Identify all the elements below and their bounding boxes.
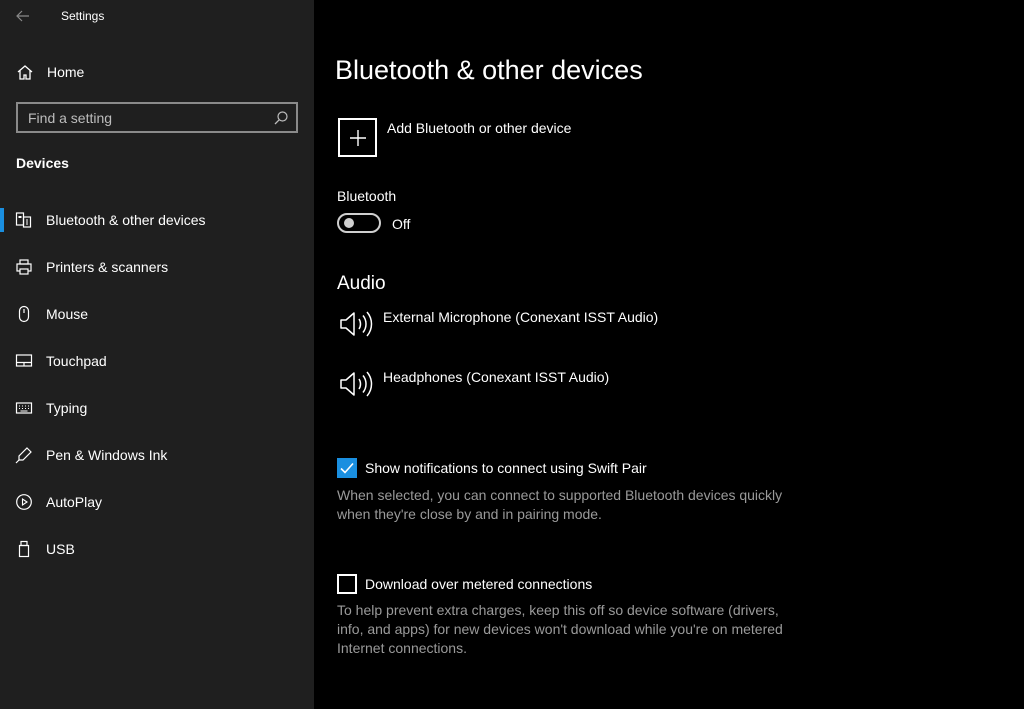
- add-box: [338, 118, 377, 157]
- sidebar-item-printers[interactable]: Printers & scanners: [0, 247, 314, 287]
- page-title: Bluetooth & other devices: [335, 55, 643, 85]
- home-icon: [17, 65, 33, 80]
- sidebar-item-usb[interactable]: USB: [0, 529, 314, 569]
- sidebar-item-touchpad[interactable]: Touchpad: [0, 341, 314, 381]
- swift-pair-label: Show notifications to connect using Swif…: [365, 460, 647, 476]
- bluetooth-state: Off: [392, 216, 411, 232]
- bluetooth-label: Bluetooth: [337, 188, 397, 204]
- search-input[interactable]: [18, 104, 296, 131]
- audio-device-label: External Microphone (Conexant ISST Audio…: [383, 309, 659, 325]
- plus-icon: [349, 129, 366, 146]
- touchpad-icon: [15, 354, 33, 367]
- printer-icon: [16, 259, 32, 275]
- search-box: [16, 102, 298, 133]
- speaker-icon: [340, 311, 373, 337]
- title-bar: Settings: [0, 0, 314, 32]
- sidebar-item-label: Pen & Windows Ink: [46, 447, 168, 463]
- bluetooth-devices-icon: [15, 212, 32, 228]
- sidebar-item-bluetooth[interactable]: Bluetooth & other devices: [0, 200, 314, 240]
- sidebar-item-mouse[interactable]: Mouse: [0, 294, 314, 334]
- sidebar-item-typing[interactable]: Typing: [0, 388, 314, 428]
- audio-device-item[interactable]: External Microphone (Conexant ISST Audio…: [338, 309, 678, 349]
- add-device-button[interactable]: Add Bluetooth or other device: [338, 118, 638, 158]
- mouse-icon: [18, 305, 30, 323]
- sidebar-item-autoplay[interactable]: AutoPlay: [0, 482, 314, 522]
- metered-label: Download over metered connections: [365, 576, 593, 592]
- add-device-label: Add Bluetooth or other device: [387, 120, 572, 136]
- sidebar-item-label: USB: [46, 541, 75, 557]
- sidebar: Settings Home Devices Bluetooth & other …: [0, 0, 314, 709]
- swift-pair-checkbox-row[interactable]: Show notifications to connect using Swif…: [337, 458, 777, 480]
- back-arrow-icon: [16, 10, 29, 22]
- sidebar-item-pen[interactable]: Pen & Windows Ink: [0, 435, 314, 475]
- audio-section-title: Audio: [337, 273, 386, 294]
- home-label: Home: [47, 64, 85, 80]
- back-button[interactable]: [10, 4, 36, 28]
- audio-device-label: Headphones (Conexant ISST Audio): [383, 369, 610, 385]
- metered-description: To help prevent extra charges, keep this…: [337, 602, 783, 656]
- speaker-icon: [340, 371, 373, 397]
- sidebar-item-label: Typing: [46, 400, 88, 416]
- home-button[interactable]: Home: [0, 56, 314, 88]
- metered-checkbox-row[interactable]: Download over metered connections: [337, 574, 777, 596]
- metered-checkbox[interactable]: [337, 574, 357, 594]
- keyboard-icon: [15, 402, 33, 414]
- bluetooth-toggle[interactable]: [337, 213, 381, 233]
- usb-icon: [18, 540, 30, 558]
- search-icon[interactable]: [273, 110, 289, 126]
- sidebar-item-label: Printers & scanners: [46, 259, 169, 275]
- sidebar-item-label: Touchpad: [46, 353, 107, 369]
- swift-pair-checkbox[interactable]: [337, 458, 357, 478]
- audio-device-item[interactable]: Headphones (Conexant ISST Audio): [338, 369, 678, 409]
- section-title: Devices: [16, 155, 69, 171]
- swift-pair-description: When selected, you can connect to suppor…: [337, 487, 783, 522]
- autoplay-icon: [16, 494, 32, 510]
- toggle-knob: [344, 218, 354, 228]
- sidebar-item-label: Mouse: [46, 306, 89, 322]
- main-content: Bluetooth & other devices Add Bluetooth …: [314, 0, 1024, 709]
- pen-icon: [15, 447, 32, 464]
- checkmark-icon: [340, 462, 354, 474]
- app-title: Settings: [61, 9, 105, 23]
- sidebar-item-label: AutoPlay: [46, 494, 103, 510]
- sidebar-item-label: Bluetooth & other devices: [46, 212, 206, 228]
